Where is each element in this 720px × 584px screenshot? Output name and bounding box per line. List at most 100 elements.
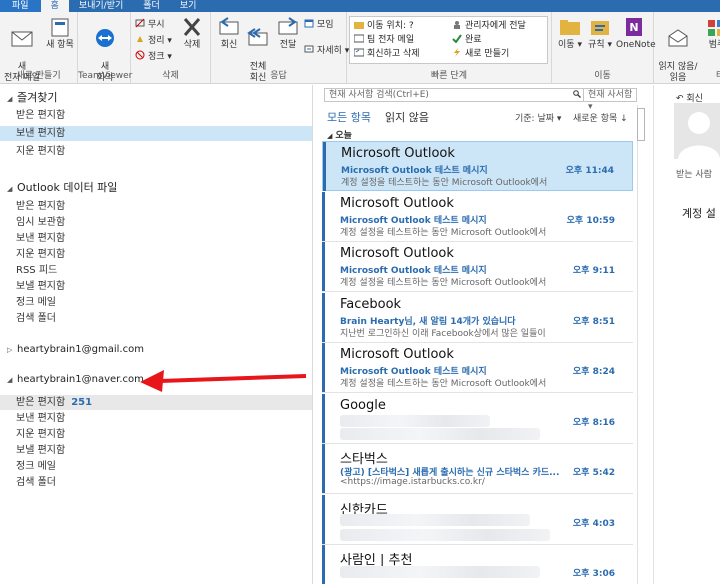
quick-step-reply-delete[interactable]: 회신하고 삭제: [354, 47, 420, 61]
filter-all[interactable]: 모든 항목: [327, 109, 371, 125]
sort-by-dropdown[interactable]: 기준: 날짜 ▾: [515, 111, 561, 124]
folder-item-naver-junk[interactable]: 정크 메일: [0, 459, 312, 474]
message-row[interactable]: 신한카드 오후 4:03: [322, 495, 633, 545]
more-icon: [304, 45, 314, 53]
tab-file[interactable]: 파일: [0, 0, 41, 12]
list-scroll-track[interactable]: [637, 105, 638, 584]
folder-item-naver-inbox[interactable]: 받은 편지함 251: [0, 395, 312, 410]
sort-order-button[interactable]: 새로운 항목 ↓: [573, 111, 628, 124]
collapse-triangle-icon[interactable]: ◢: [7, 185, 14, 193]
folder-item-naver-outbox[interactable]: 보낼 편지함: [0, 443, 312, 458]
message-row[interactable]: 사람인 | 추천 오후 3:06: [322, 545, 633, 584]
group-delete: 무시 정리 ▾ 정크 ▾ 삭제 삭제: [131, 12, 211, 84]
folder-item-rss[interactable]: RSS 피드: [0, 263, 312, 278]
tab-send-receive[interactable]: 보내기/받기: [69, 0, 133, 12]
quick-step-done[interactable]: 완료: [452, 33, 526, 47]
message-row[interactable]: 스타벅스 (광고) [스타벅스] 새롭게 출시하는 신규 스타벅스 카드... …: [322, 444, 633, 494]
meeting-button[interactable]: 모임: [304, 18, 334, 31]
new-email-icon: [11, 31, 33, 47]
search-scope-label: 현재 사서함: [588, 90, 633, 100]
group-new: 새 전자 메일 새 항목 새로 만들기: [0, 12, 78, 84]
folder-item-sent[interactable]: 보낸 편지함: [0, 231, 312, 246]
tab-view[interactable]: 보기: [170, 0, 207, 12]
message-row[interactable]: Google 오후 8:16: [322, 394, 633, 444]
cleanup-button[interactable]: 정리 ▾: [135, 34, 172, 47]
naver-account-header[interactable]: ◢ heartybrain1@naver.com: [7, 374, 144, 385]
folder-item-search[interactable]: 검색 폴더: [0, 311, 312, 326]
folder-item-outbox[interactable]: 보낼 편지함: [0, 279, 312, 294]
message-row[interactable]: Microsoft Outlook Microsoft Outlook 테스트 …: [322, 343, 633, 393]
message-sender: Facebook: [340, 297, 402, 312]
unread-indicator: [322, 192, 325, 241]
message-list: 현재 사서함 검색(Ctrl+E) 현재 사서함 ▾ 모든 항목 읽지 않음 기…: [319, 85, 638, 584]
junk-label: 정크: [148, 52, 165, 62]
message-row[interactable]: Microsoft Outlook Microsoft Outlook 테스트 …: [322, 242, 633, 292]
folder-pane: ◢ 즐겨찾기 받은 편지함 보낸 편지함 지운 편지함 ◢ Outlook 데이터 …: [0, 85, 313, 584]
folder-item-fav-sent[interactable]: 보낸 편지함: [0, 126, 312, 141]
read-unread-button[interactable]: 읽지 않음/ 읽음: [656, 16, 700, 84]
unread-indicator: [322, 394, 325, 443]
naver-inbox-label: 받은 편지함: [16, 397, 66, 408]
outlook-data-header[interactable]: ◢ Outlook 데이터 파일: [7, 179, 117, 195]
quick-step-team-email[interactable]: 팀 전자 메일: [354, 33, 420, 47]
group-quick-steps-label: 빠른 단계: [431, 71, 467, 81]
group-tags: 읽지 않음/ 읽음 범주 태그: [654, 12, 720, 84]
forward-button[interactable]: 전달: [274, 16, 302, 51]
delete-button[interactable]: 삭제: [177, 16, 207, 51]
quick-step-move-to-label: 이동 위치: ?: [367, 21, 414, 31]
filter-unread[interactable]: 읽지 않음: [385, 109, 429, 125]
more-respond-label: 자세히: [317, 46, 342, 56]
folder-item-junk[interactable]: 정크 메일: [0, 295, 312, 310]
folder-item-deleted[interactable]: 지운 편지함: [0, 247, 312, 262]
collapse-triangle-icon[interactable]: ◢: [7, 376, 14, 384]
more-respond-button[interactable]: 자세히 ▾: [304, 44, 349, 57]
rules-button[interactable]: 규칙 ▾: [585, 16, 615, 51]
collapse-triangle-icon[interactable]: ◢: [7, 95, 14, 103]
group-move-label: 이동: [594, 71, 611, 81]
favorites-header[interactable]: ◢ 즐겨찾기: [7, 89, 57, 105]
categorize-button[interactable]: 범주: [704, 16, 720, 51]
search-input[interactable]: 현재 사서함 검색(Ctrl+E) 현재 사서함 ▾: [324, 88, 637, 112]
collapse-triangle-icon[interactable]: ◢: [327, 132, 332, 140]
junk-icon: [135, 50, 145, 60]
teamviewer-icon: [96, 29, 114, 47]
move-button[interactable]: 이동 ▾: [556, 16, 584, 51]
blurred-subject: [340, 514, 530, 526]
blurred-preview: [340, 529, 550, 541]
group-delete-label: 삭제: [162, 71, 179, 81]
quick-step-to-manager[interactable]: 관리자에게 전달: [452, 19, 526, 33]
quick-step-move-to[interactable]: 이동 위치: ?: [354, 19, 420, 33]
group-move: 이동 ▾ 규칙 ▾ N OneNote 이동: [552, 12, 656, 84]
list-scrollbar-thumb[interactable]: [637, 108, 645, 141]
junk-button[interactable]: 정크 ▾: [135, 50, 172, 63]
folder-item-drafts[interactable]: 임시 보관함: [0, 215, 312, 230]
folder-item-inbox[interactable]: 받은 편지함: [0, 199, 312, 214]
folder-item-naver-search[interactable]: 검색 폴더: [0, 475, 312, 490]
reply-button[interactable]: 회신: [215, 16, 243, 51]
expand-triangle-icon[interactable]: ▷: [7, 346, 14, 354]
reply-delete-icon: [354, 48, 364, 57]
group-new-label: 새로 만들기: [16, 71, 61, 81]
folder-item-fav-deleted[interactable]: 지운 편지함: [0, 144, 312, 159]
onenote-button[interactable]: N OneNote: [616, 16, 656, 51]
quick-step-done-label: 완료: [465, 35, 482, 45]
tab-home[interactable]: 홈: [40, 0, 69, 12]
quick-step-create-new[interactable]: 새로 만들기: [452, 47, 526, 61]
group-header-today[interactable]: ◢ 오늘: [327, 128, 352, 141]
folder-item-fav-inbox[interactable]: 받은 편지함: [0, 108, 312, 123]
svg-text:N: N: [629, 21, 638, 34]
rules-label: 규칙: [588, 40, 605, 50]
message-time: 오후 11:44: [565, 166, 614, 176]
new-items-button[interactable]: 새 항목: [42, 16, 78, 51]
message-row[interactable]: Microsoft Outlook Microsoft Outlook 테스트 …: [322, 192, 633, 242]
read-unread-label: 읽지 않음/ 읽음: [658, 62, 698, 83]
tab-folder[interactable]: 폴더: [133, 0, 170, 12]
search-icon[interactable]: [573, 90, 581, 98]
folder-item-naver-deleted[interactable]: 지운 편지함: [0, 427, 312, 442]
gmail-account-header[interactable]: ▷ heartybrain1@gmail.com: [7, 344, 144, 355]
message-row[interactable]: Facebook Brain Hearty님, 새 알림 14개가 있습니다 지…: [322, 293, 633, 343]
message-row[interactable]: Microsoft Outlook Microsoft Outlook 테스트 …: [322, 141, 633, 191]
ignore-button[interactable]: 무시: [135, 18, 165, 31]
folder-item-naver-sent[interactable]: 보낸 편지함: [0, 411, 312, 426]
rules-icon: [591, 21, 609, 35]
